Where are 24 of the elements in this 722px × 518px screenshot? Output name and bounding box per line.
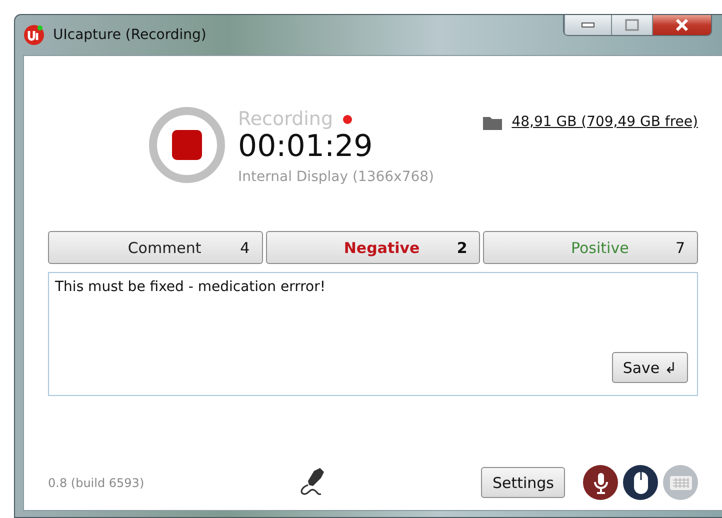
keyboard-toggle-icon[interactable] (663, 465, 698, 500)
settings-button[interactable]: Settings (481, 467, 565, 498)
minimize-icon (581, 22, 595, 28)
mouse-toggle-icon[interactable] (623, 465, 658, 500)
close-button[interactable] (652, 15, 711, 35)
window-title: UIcapture (Recording) (53, 27, 208, 43)
category-button[interactable]: Positive 7 (483, 231, 698, 264)
maximize-icon (625, 19, 639, 31)
folder-icon (482, 114, 502, 130)
version-label: 0.8 (build 6593) (48, 476, 146, 490)
category-button[interactable]: Comment 4 (48, 231, 263, 264)
close-icon (675, 19, 689, 31)
maximize-button[interactable] (611, 15, 652, 35)
minimize-button[interactable] (564, 15, 611, 35)
stop-button[interactable] (148, 106, 226, 184)
category-button[interactable]: Negative 2 (266, 231, 480, 264)
storage-link[interactable]: 48,91 GB (709,49 GB free) (512, 114, 698, 130)
note-field[interactable]: This must be fixed - medication errror! Save ↲ (48, 272, 698, 396)
capture-source: Internal Display (1366x768) (238, 169, 434, 185)
microphone-toggle-icon[interactable] (583, 465, 618, 500)
recording-status: Recording (238, 108, 334, 130)
elapsed-time: 00:01:29 (238, 130, 374, 163)
save-button[interactable]: Save ↲ (612, 352, 688, 383)
app-logo-icon (23, 24, 45, 46)
